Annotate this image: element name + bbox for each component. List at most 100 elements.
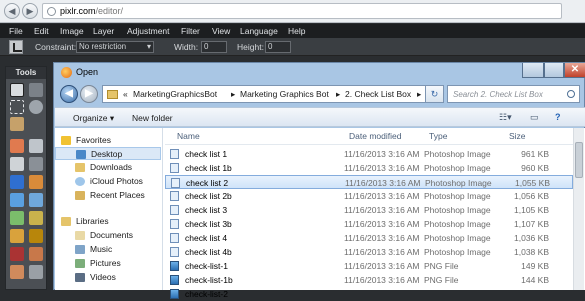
nav-item-videos[interactable]: Videos (55, 271, 161, 284)
column-type[interactable]: Type (429, 131, 447, 141)
search-input[interactable]: Search 2. Check List Box (447, 85, 580, 103)
breadcrumb-separator[interactable]: ▸ (231, 89, 235, 100)
breadcrumb[interactable]: « MarketingGraphicsBot ▸ Marketing Graph… (102, 85, 426, 103)
crop-icon[interactable] (10, 83, 24, 97)
menu-layer[interactable]: Layer (93, 26, 114, 36)
height-field[interactable]: 0 (265, 41, 291, 53)
file-row[interactable]: check list 3 11/16/2013 3:16 AM Photosho… (165, 203, 573, 217)
view-options-icon[interactable]: ☷▾ (499, 112, 512, 123)
nav-libraries[interactable]: Libraries (55, 215, 161, 228)
stamp-icon[interactable] (29, 175, 43, 189)
url-text: pixlr.com/editor/ (60, 6, 124, 16)
nav-item-desktop[interactable]: Desktop (55, 147, 161, 160)
column-name[interactable]: Name (177, 131, 200, 141)
maximize-button[interactable] (544, 63, 564, 78)
breadcrumb-overflow[interactable]: « (123, 89, 128, 99)
spot-heal-icon[interactable] (29, 247, 43, 261)
wand-icon[interactable] (10, 117, 24, 131)
file-row-selected[interactable]: check list 2 11/16/2013 3:16 AM Photosho… (165, 175, 573, 189)
recent-places-icon (75, 191, 85, 200)
marquee-icon[interactable] (10, 100, 24, 114)
vertical-scrollbar[interactable] (573, 128, 584, 290)
nav-item-music[interactable]: Music (55, 243, 161, 256)
file-row[interactable]: check-list-1b 11/16/2013 3:16 AM PNG Fil… (165, 273, 573, 287)
eraser-icon[interactable] (10, 157, 24, 171)
constraint-label: Constraint: (35, 42, 77, 52)
organize-button[interactable]: Organize ▾ (73, 113, 114, 124)
lasso-icon[interactable] (29, 100, 43, 114)
red-eye-icon[interactable] (10, 247, 24, 261)
crop-icon[interactable] (9, 40, 23, 54)
file-row[interactable]: check list 3b 11/16/2013 3:16 AM Photosh… (165, 217, 573, 231)
sharpen-icon[interactable] (29, 193, 43, 207)
nav-item-pictures[interactable]: Pictures (55, 257, 161, 270)
breadcrumb-item[interactable]: MarketingGraphicsBot (133, 89, 217, 99)
pinch-icon[interactable] (29, 265, 43, 279)
sponge-icon[interactable] (29, 211, 43, 225)
file-row[interactable]: check list 1b 11/16/2013 3:16 AM Photosh… (165, 161, 573, 175)
refresh-button[interactable]: ↻ (426, 85, 444, 103)
music-icon (75, 245, 85, 254)
header-divider (165, 144, 573, 145)
file-row[interactable]: check list 4b 11/16/2013 3:16 AM Photosh… (165, 245, 573, 259)
app-menubar: File Edit Image Layer Adjustment Filter … (0, 24, 585, 38)
smudge-icon[interactable] (10, 211, 24, 225)
menu-filter[interactable]: Filter (181, 26, 200, 36)
column-size[interactable]: Size (509, 131, 526, 141)
menu-image[interactable]: Image (60, 26, 84, 36)
breadcrumb-separator[interactable]: ▸ (336, 89, 340, 100)
height-label: Height: (237, 42, 264, 52)
dodge-icon[interactable] (10, 229, 24, 243)
bloat-icon[interactable] (10, 265, 24, 279)
search-placeholder: Search 2. Check List Box (453, 90, 543, 99)
nav-item-recent-places[interactable]: Recent Places (55, 189, 161, 202)
menu-view[interactable]: View (212, 26, 230, 36)
cloud-icon (75, 177, 85, 186)
forward-button[interactable]: ▶ (80, 85, 98, 103)
address-bar[interactable]: pixlr.com/editor/ (42, 3, 562, 19)
nav-item-documents[interactable]: Documents (55, 229, 161, 242)
file-row[interactable]: check list 4 11/16/2013 3:16 AM Photosho… (165, 231, 573, 245)
menu-language[interactable]: Language (240, 26, 278, 36)
new-folder-button[interactable]: New folder (132, 113, 173, 123)
back-button[interactable]: ◀ (60, 85, 78, 103)
close-button[interactable]: ✕ (564, 63, 585, 78)
file-row[interactable]: check-list-2 (165, 287, 573, 301)
menu-edit[interactable]: Edit (34, 26, 49, 36)
gradient-icon[interactable] (10, 175, 24, 189)
menu-adjustment[interactable]: Adjustment (127, 26, 170, 36)
move-icon[interactable] (29, 83, 43, 97)
search-icon (567, 90, 575, 98)
globe-icon (47, 7, 56, 16)
help-icon[interactable]: ? (555, 112, 561, 122)
libraries-icon (61, 217, 71, 226)
preview-pane-icon[interactable]: ▭ (530, 112, 539, 123)
file-row[interactable]: check list 1 11/16/2013 3:16 AM Photosho… (165, 147, 573, 161)
psd-file-icon (170, 247, 179, 257)
drop-icon[interactable] (10, 193, 24, 207)
brush-icon[interactable] (29, 139, 43, 153)
breadcrumb-separator[interactable]: ▸ (417, 89, 421, 100)
nav-favorites[interactable]: Favorites (55, 134, 161, 147)
file-row[interactable]: check-list-1 11/16/2013 3:16 AM PNG File… (165, 259, 573, 273)
file-row[interactable]: check list 2b 11/16/2013 3:16 AM Photosh… (165, 189, 573, 203)
constraint-select[interactable]: No restriction ▾ (76, 41, 154, 53)
minimize-button[interactable] (522, 63, 544, 78)
forward-icon[interactable]: ▶ (22, 3, 38, 19)
burn-icon[interactable] (29, 229, 43, 243)
breadcrumb-current[interactable]: 2. Check List Box (345, 89, 411, 99)
width-field[interactable]: 0 (201, 41, 227, 53)
nav-item-downloads[interactable]: Downloads (55, 161, 161, 174)
psd-file-icon (170, 233, 179, 243)
breadcrumb-item[interactable]: Marketing Graphics Bot (240, 89, 329, 99)
back-icon[interactable]: ◀ (4, 3, 20, 19)
nav-item-icloud-photos[interactable]: iCloud Photos (55, 175, 161, 188)
menu-file[interactable]: File (9, 26, 23, 36)
pencil-icon[interactable] (10, 139, 24, 153)
close-icon: ✕ (570, 64, 580, 75)
videos-icon (75, 273, 85, 282)
bucket-icon[interactable] (29, 157, 43, 171)
column-date-modified[interactable]: Date modified (349, 131, 401, 141)
scrollbar-thumb[interactable] (575, 142, 583, 178)
menu-help[interactable]: Help (288, 26, 305, 36)
